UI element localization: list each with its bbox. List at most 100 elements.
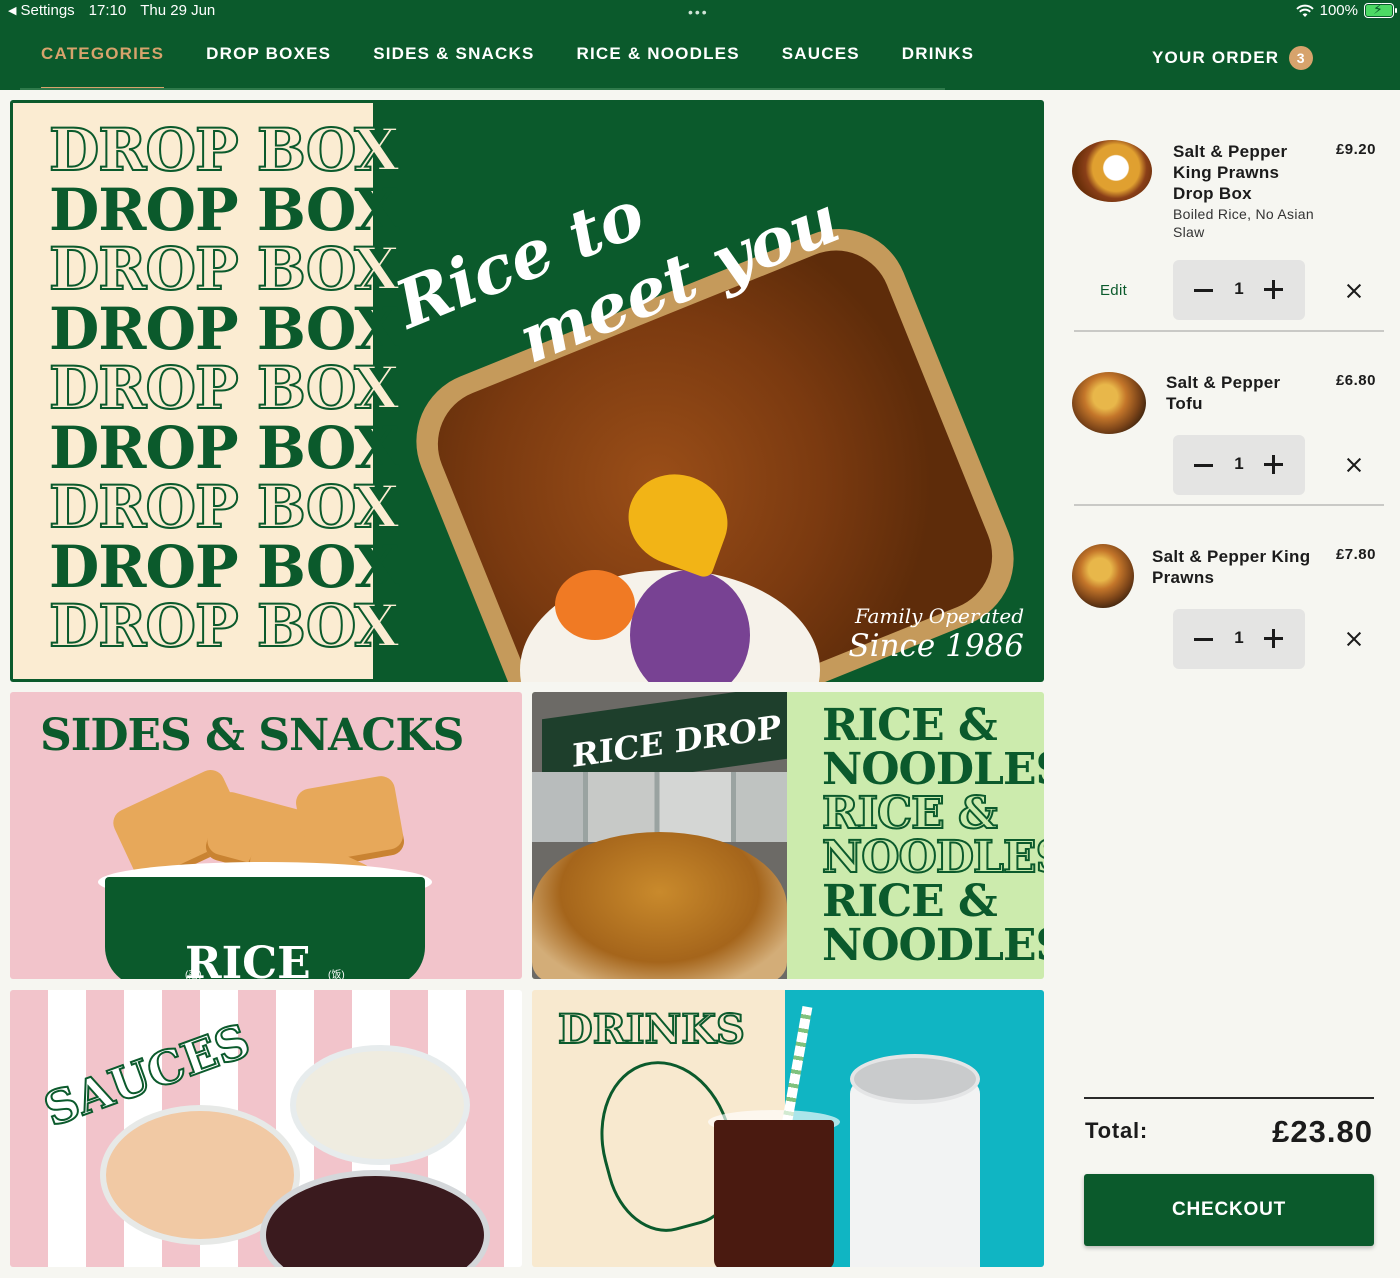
remove-item-close-icon[interactable] — [1346, 631, 1362, 647]
rice-noodles-line: NOODLES — [822, 920, 1044, 971]
remove-item-close-icon[interactable] — [1346, 457, 1362, 473]
quantity-stepper: 1 — [1173, 260, 1305, 320]
quantity-value: 1 — [1234, 628, 1244, 647]
order-item-thumbnail — [1072, 544, 1134, 608]
rice-noodles-line: RICE & — [822, 876, 998, 927]
back-arrow-icon[interactable]: ◀ — [8, 4, 16, 17]
drop-box-text: DROP BOX — [48, 592, 400, 660]
order-divider — [1074, 330, 1384, 332]
increase-quantity-button[interactable] — [1264, 280, 1283, 299]
drop-box-text: DROP BOX — [48, 116, 400, 184]
order-item-name-line: Prawns — [1152, 568, 1215, 587]
checkout-button[interactable]: CHECKOUT — [1084, 1174, 1374, 1246]
drinks-tile[interactable]: DRINKS — [532, 990, 1044, 1267]
tab-drinks[interactable]: DRINKS — [881, 44, 995, 90]
quantity-value: 1 — [1234, 279, 1244, 298]
status-bar: ◀ Settings 17:10 Thu 29 Jun ••• 100% ⚡ — [0, 0, 1400, 22]
tab-rice-noodles[interactable]: RICE & NOODLES — [556, 44, 761, 90]
wifi-icon — [1295, 4, 1314, 17]
order-item-thumbnail — [1072, 140, 1152, 202]
remove-item-close-icon[interactable] — [1346, 283, 1362, 299]
rice-noodles-line: NOODLES — [822, 744, 1044, 795]
order-item-thumbnail — [1072, 372, 1146, 434]
decrease-quantity-button[interactable] — [1194, 289, 1213, 292]
order-item-price: £6.80 — [1335, 372, 1376, 389]
status-time: 17:10 — [88, 2, 127, 19]
edit-item-link[interactable]: Edit — [1100, 282, 1127, 299]
your-order-label: YOUR ORDER — [1152, 48, 1280, 67]
category-nav: CATEGORIES DROP BOXES SIDES & SNACKS RIC… — [20, 44, 995, 90]
multitask-dots-icon[interactable]: ••• — [688, 4, 709, 20]
tab-sauces[interactable]: SAUCES — [761, 44, 881, 90]
total-divider — [1084, 1097, 1374, 1099]
increase-quantity-button[interactable] — [1264, 629, 1283, 648]
noodle-bowl-image — [532, 832, 787, 979]
shop-front-image: RICE DROP — [532, 692, 787, 979]
order-item-name-line: Salt & Pepper King — [1152, 547, 1311, 566]
order-item-name: Salt & Pepper King Prawns — [1152, 546, 1310, 588]
order-item-price: £9.20 — [1335, 141, 1376, 158]
drop-box-text: DROP BOX — [48, 354, 400, 422]
drop-box-text: DROP BOX — [49, 413, 399, 482]
cola-cup-image — [714, 1120, 834, 1267]
cup-small-right: (饭) — [328, 970, 345, 979]
tab-categories[interactable]: CATEGORIES — [20, 44, 185, 90]
drop-box-text: DROP BOX — [48, 473, 400, 541]
tab-sides-snacks[interactable]: SIDES & SNACKS — [352, 44, 555, 90]
rice-noodles-line: NOODLES — [821, 832, 1044, 883]
order-item-name-line: King Prawns — [1173, 163, 1280, 182]
order-item-name-line: Salt & Pepper — [1166, 373, 1281, 392]
carrot-image — [555, 570, 635, 640]
battery-percent: 100% — [1319, 2, 1358, 19]
garlic-mayo-dish-image — [290, 1045, 470, 1165]
top-bar: ◀ Settings 17:10 Thu 29 Jun ••• 100% ⚡ C… — [0, 0, 1400, 90]
order-item-name-line: Drop Box — [1173, 184, 1252, 203]
order-item-option-line: Slaw — [1173, 224, 1205, 240]
total-value: £23.80 — [1272, 1114, 1373, 1149]
cup-text: RICE — [185, 938, 311, 979]
order-divider — [1074, 504, 1384, 506]
status-date: Thu 29 Jun — [140, 2, 216, 19]
your-order-heading[interactable]: YOUR ORDER 3 — [1152, 46, 1314, 70]
order-item-name: Salt & Pepper King Prawns Drop Box — [1173, 141, 1287, 204]
drop-box-text: DROP BOX — [49, 175, 399, 244]
drop-box-text: DROP BOX — [49, 294, 399, 363]
family-line-2: Since 1986 — [848, 628, 1024, 664]
increase-quantity-button[interactable] — [1264, 455, 1283, 474]
order-item-options: Boiled Rice, No Asian Slaw — [1173, 205, 1314, 241]
order-item-name: Salt & Pepper Tofu — [1166, 372, 1280, 414]
quantity-stepper: 1 — [1173, 609, 1305, 669]
rice-noodles-text: RICE & NOODLES RICE & NOODLES RICE & NOO… — [821, 700, 1044, 971]
can-image — [850, 1080, 980, 1267]
order-item-name-line: Salt & Pepper — [1173, 142, 1288, 161]
sauces-tile[interactable]: SAUCES — [10, 990, 522, 1267]
nav-divider — [20, 88, 945, 90]
order-item-name-line: Tofu — [1166, 394, 1203, 413]
order-count-badge: 3 — [1289, 46, 1314, 70]
decrease-quantity-button[interactable] — [1194, 464, 1213, 467]
order-panel: Salt & Pepper King Prawns Drop Box £9.20… — [1054, 90, 1400, 1278]
cup-small-left: (落) — [185, 970, 202, 979]
sides-title: SIDES & SNACKS — [40, 710, 464, 761]
drop-box-text: DROP BOX — [48, 235, 400, 303]
rice-noodles-line: RICE & — [822, 700, 998, 751]
back-to-settings[interactable]: Settings — [20, 2, 74, 19]
drop-box-text: DROP BOX — [49, 532, 399, 601]
can-top — [850, 1054, 980, 1104]
quantity-stepper: 1 — [1173, 435, 1305, 495]
sides-snacks-tile[interactable]: SIDES & SNACKS RICE (落) (饭) — [10, 692, 522, 979]
drop-box-repeat-panel: DROP BOX DROP BOX DROP BOX DROP BOX DROP… — [13, 103, 400, 679]
drinks-title: DRINKS — [557, 1005, 746, 1054]
order-item-price: £7.80 — [1335, 546, 1376, 563]
tab-drop-boxes[interactable]: DROP BOXES — [185, 44, 352, 90]
order-item-option-line: Boiled Rice, No Asian — [1173, 206, 1314, 222]
rice-noodles-tile[interactable]: RICE DROP RICE & NOODLES RICE & NOODLES … — [532, 692, 1044, 979]
total-label: Total: — [1085, 1118, 1149, 1143]
drop-boxes-tile[interactable]: DROP BOX DROP BOX DROP BOX DROP BOX DROP… — [10, 100, 1044, 682]
shop-sign-text: RICE DROP — [572, 707, 781, 775]
family-operated-label: Family Operated Since 1986 — [848, 604, 1024, 664]
battery-icon: ⚡ — [1364, 1, 1397, 18]
rice-noodles-line: RICE & — [821, 788, 999, 839]
decrease-quantity-button[interactable] — [1194, 638, 1213, 641]
quantity-value: 1 — [1234, 454, 1244, 473]
